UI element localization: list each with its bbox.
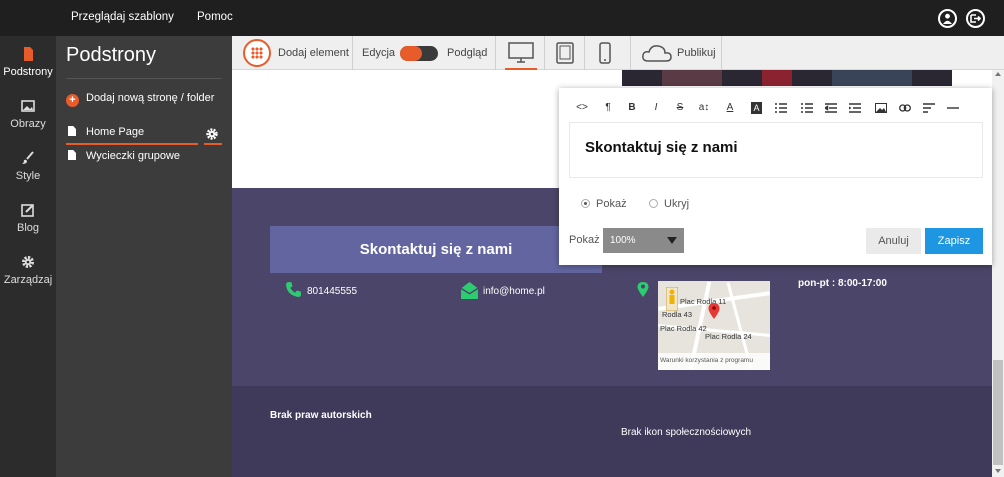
nav-item-style[interactable]: Style: [0, 150, 56, 182]
selected-page-underline: [66, 143, 198, 145]
copyright-text: Brak praw autorskich: [270, 410, 372, 421]
contact-email: info@home.pl: [483, 286, 545, 297]
indent-icon[interactable]: [849, 103, 861, 113]
map-label: Plac Rodla 24: [705, 332, 752, 341]
street-view-icon[interactable]: [666, 287, 678, 311]
phone-icon: [286, 282, 301, 297]
contact-heading-box[interactable]: Skontaktuj się z nami: [270, 226, 602, 273]
edit-mode-label[interactable]: Edycja: [362, 47, 395, 59]
italic-icon[interactable]: I: [647, 95, 665, 121]
link-icon[interactable]: [899, 104, 911, 112]
preview-mode-label[interactable]: Podgląd: [447, 47, 487, 59]
radio-show-label: Pokaż: [596, 198, 627, 210]
rich-text-toolbar: <> ¶ B I S a↕ A A: [569, 95, 983, 121]
publish-button[interactable]: Publikuj: [677, 47, 716, 59]
paragraph-icon[interactable]: ¶: [599, 95, 617, 121]
map-marker-icon[interactable]: [708, 302, 720, 320]
top-bar: Przeglądaj szablony Pomoc: [0, 0, 1004, 36]
editor-heading-text[interactable]: Skontaktuj się z nami: [585, 139, 738, 156]
document-icon: [68, 126, 76, 136]
insert-image-icon[interactable]: [875, 103, 887, 113]
map-label: Rodla 43: [662, 310, 693, 319]
nav-item-zarzadzaj[interactable]: Zarządzaj: [0, 254, 56, 286]
text-editor-panel: <> ¶ B I S a↕ A A Skontaktuj się z nami …: [559, 88, 992, 265]
opacity-select[interactable]: 100%: [603, 228, 684, 253]
header-photo: [622, 70, 952, 86]
editor-toolbar: Dodaj element Edycja Podgląd Publikuj: [232, 36, 1004, 70]
nav-item-podstrony[interactable]: Podstrony: [0, 46, 56, 78]
scrollbar-thumb[interactable]: [993, 360, 1003, 465]
contact-phone: 801445555: [307, 286, 358, 297]
bold-icon[interactable]: B: [623, 95, 641, 121]
help-link[interactable]: Pomoc: [197, 11, 233, 23]
browse-templates-link[interactable]: Przeglądaj szablony: [71, 11, 174, 23]
radio-show[interactable]: Pokaż: [581, 198, 627, 210]
nav-label: Podstrony: [3, 66, 53, 78]
user-icon[interactable]: [938, 9, 957, 28]
dropdown-arrow-icon: [667, 237, 677, 244]
numbered-list-icon[interactable]: [801, 103, 813, 113]
nav-item-blog[interactable]: Blog: [0, 202, 56, 234]
divider: [66, 78, 222, 79]
nav-label: Zarządzaj: [3, 274, 53, 286]
editor-content-area[interactable]: Skontaktuj się z nami: [569, 122, 983, 178]
nav-label: Obrazy: [10, 118, 46, 130]
plus-icon: +: [66, 94, 79, 107]
page-item-label: Home Page: [86, 126, 145, 138]
social-icons-text: Brak ikon społecznościowych: [621, 427, 752, 438]
email-icon: [460, 282, 479, 299]
edit-icon: [21, 204, 34, 217]
nav-label: Style: [15, 170, 41, 182]
align-icon[interactable]: [923, 103, 935, 113]
pages-panel: Podstrony + Dodaj nową stronę / folder Ho…: [56, 36, 232, 477]
save-button[interactable]: Zapisz: [925, 228, 983, 254]
opacity-label: Pokaż: [569, 234, 600, 246]
page-item-home[interactable]: Home Page: [68, 126, 144, 138]
pages-panel-title: Podstrony: [66, 44, 157, 66]
map-terms[interactable]: Warunki korzystania z programu: [658, 353, 770, 370]
page-item-label: Wycieczki grupowe: [86, 150, 181, 162]
font-color-icon[interactable]: A: [721, 95, 739, 121]
outdent-icon[interactable]: [825, 103, 837, 113]
map-label: Plac Rodla 42: [660, 324, 707, 333]
tablet-icon[interactable]: [556, 42, 574, 64]
page-settings-gear-icon[interactable]: [205, 127, 219, 141]
bulleted-list-icon[interactable]: [775, 103, 787, 113]
scroll-down-icon[interactable]: [995, 469, 1001, 473]
footer-bottom: [232, 386, 992, 477]
nav-label: Blog: [16, 222, 40, 234]
radio-hide-label: Ukryj: [664, 198, 690, 210]
mode-toggle[interactable]: [400, 46, 438, 61]
cloud-icon: [642, 45, 672, 62]
location-map[interactable]: Plac Rodla 11 Rodla 43 Plac Rodla 42 Pla…: [658, 281, 770, 370]
page-item-wycieczki[interactable]: Wycieczki grupowe: [68, 150, 180, 162]
strikethrough-icon[interactable]: S: [671, 95, 689, 121]
location-pin-icon: [637, 282, 649, 297]
font-size-icon[interactable]: a↕: [695, 95, 713, 121]
radio-hide[interactable]: Ukryj: [649, 198, 689, 210]
nav-item-obrazy[interactable]: Obrazy: [0, 98, 56, 130]
image-icon: [21, 100, 35, 112]
code-view-icon[interactable]: <>: [573, 95, 591, 121]
opening-hours: pon-pt : 8:00-17:00: [798, 278, 887, 289]
background-color-icon[interactable]: A: [751, 102, 762, 114]
add-element-grid-icon[interactable]: [243, 39, 271, 67]
phone-icon[interactable]: [599, 42, 611, 64]
opacity-select-value: 100%: [610, 235, 636, 246]
cancel-button[interactable]: Anuluj: [866, 228, 921, 254]
logout-icon[interactable]: [966, 9, 985, 28]
document-icon: [68, 150, 76, 160]
page-icon: [24, 47, 33, 61]
gear-icon: [22, 256, 34, 268]
left-nav: Podstrony Obrazy Style Blog Zarządzaj: [0, 36, 56, 477]
brush-icon: [22, 151, 34, 164]
horizontal-rule-icon[interactable]: [947, 103, 959, 113]
scroll-up-icon[interactable]: [995, 72, 1001, 76]
gear-underline: [204, 143, 222, 145]
desktop-icon[interactable]: [508, 42, 534, 64]
add-page-label: Dodaj nową stronę / folder: [86, 92, 215, 104]
add-element-button[interactable]: Dodaj element: [278, 47, 349, 59]
add-page-button[interactable]: + Dodaj nową stronę / folder: [66, 92, 214, 107]
